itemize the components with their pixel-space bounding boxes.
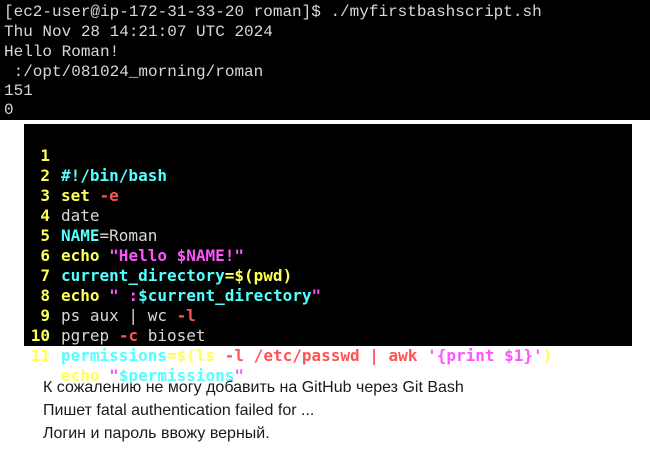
terminal-prompt-line: [ec2-user@ip-172-31-33-20 roman]$ ./myfi… xyxy=(4,3,542,21)
code-line: 7 echo " :$current_directory" xyxy=(24,246,624,305)
terminal-output-panel: [ec2-user@ip-172-31-33-20 roman]$ ./myfi… xyxy=(0,0,650,120)
code-line: 9 pgrep -c bioset xyxy=(24,286,624,345)
code-line: 1 #!/bin/bash xyxy=(24,126,624,185)
terminal-output-line: 0 xyxy=(4,101,14,119)
code-line: 6 current_directory=$(pwd) xyxy=(24,226,624,285)
script-editor-panel: 1 #!/bin/bash 2 set -e 3 date 4 NAME=Rom… xyxy=(24,124,632,385)
command-substitution: ) xyxy=(542,346,553,365)
terminal-output-line: :/opt/081024_morning/roman xyxy=(4,63,264,81)
flag: -l /etc/passwd | awk xyxy=(224,346,418,365)
code-line: 5 echo "Hello $NAME!" xyxy=(24,206,624,265)
question-line: К сожалению не могу добавить на GitHub ч… xyxy=(43,379,464,396)
terminal-output-line: Thu Nov 28 14:21:07 UTC 2024 xyxy=(4,23,273,41)
question-text: К сожалению не могу добавить на GitHub ч… xyxy=(43,376,464,445)
code-line: 10 permissions=$(ls -l /etc/passwd | awk… xyxy=(24,306,624,365)
command-substitution: =$(ls xyxy=(166,346,216,365)
question-line: Пишет fatal authentication failed for ..… xyxy=(43,402,315,419)
code-line: 11 echo "$permissions" xyxy=(24,326,624,385)
question-line: Логин и пароль ввожу верный. xyxy=(43,425,270,442)
variable: ermissions xyxy=(70,346,167,365)
code-line: 8 ps aux | wc -l xyxy=(24,266,624,325)
line-number: 11 xyxy=(30,346,50,365)
terminal-output-line: 151 xyxy=(4,82,33,100)
code-line: 4 NAME=Roman xyxy=(24,186,624,245)
code-line: 2 set -e xyxy=(24,146,624,205)
terminal-output-line: Hello Roman! xyxy=(4,43,120,61)
code-line: 3 date xyxy=(24,166,624,225)
string-literal: '{print $1}' xyxy=(427,346,543,365)
